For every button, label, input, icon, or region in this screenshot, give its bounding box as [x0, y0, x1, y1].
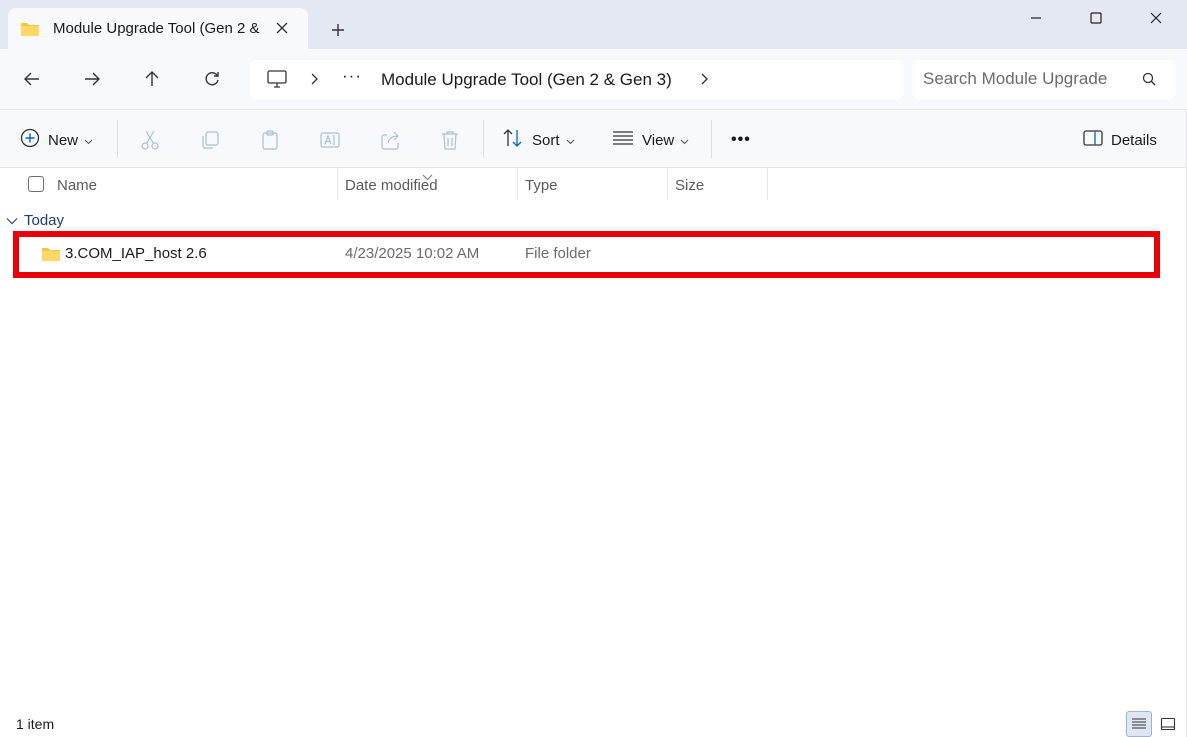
sort-button[interactable]: Sort	[502, 127, 575, 153]
chevron-down-icon	[680, 132, 689, 149]
file-row[interactable]: 3.COM_IAP_host 2.6 4/23/2025 10:02 AM Fi…	[13, 231, 1160, 278]
column-header-row: Name Date modified Type Size	[0, 168, 1187, 200]
copy-icon[interactable]	[199, 127, 221, 153]
file-type: File folder	[525, 245, 591, 262]
breadcrumb-overflow[interactable]: ···	[342, 66, 362, 86]
column-divider[interactable]	[517, 168, 518, 200]
minimize-icon[interactable]	[1016, 8, 1056, 28]
column-type[interactable]: Type	[525, 177, 558, 194]
details-label: Details	[1111, 131, 1157, 149]
file-date-modified: 4/23/2025 10:02 AM	[345, 245, 480, 262]
details-view-icon[interactable]	[1126, 711, 1152, 737]
select-all-checkbox[interactable]	[28, 176, 44, 192]
tab-active[interactable]: Module Upgrade Tool (Gen 2 & Gen 3)	[8, 8, 308, 49]
details-pane-icon	[1083, 129, 1103, 151]
chevron-down-icon	[566, 132, 575, 149]
column-divider[interactable]	[667, 168, 668, 200]
plus-icon[interactable]	[328, 20, 348, 40]
arrow-up-icon[interactable]	[140, 67, 164, 91]
delete-icon[interactable]	[439, 127, 461, 153]
view-button[interactable]: View	[612, 127, 689, 153]
search-input[interactable]	[923, 68, 1123, 90]
close-icon[interactable]	[274, 20, 290, 36]
chevron-down-icon	[6, 212, 18, 229]
search-icon[interactable]	[1141, 71, 1157, 92]
title-bar: Module Upgrade Tool (Gen 2 & Gen 3)	[0, 0, 1187, 49]
column-name[interactable]: Name	[57, 177, 97, 194]
arrow-right-icon[interactable]	[80, 67, 104, 91]
rename-icon[interactable]	[319, 127, 341, 153]
toolbar-divider	[483, 120, 484, 158]
paste-icon[interactable]	[259, 127, 281, 153]
column-size[interactable]: Size	[675, 177, 704, 194]
toolbar-divider	[711, 120, 712, 158]
sort-label: Sort	[532, 131, 560, 149]
view-list-icon	[612, 130, 634, 150]
sort-icon	[502, 128, 524, 152]
share-icon[interactable]	[379, 127, 401, 153]
maximize-icon[interactable]	[1076, 8, 1116, 28]
breadcrumb-current[interactable]: Module Upgrade Tool (Gen 2 & Gen 3)	[381, 70, 672, 90]
details-button[interactable]: Details	[1083, 127, 1157, 153]
search-box[interactable]	[913, 60, 1175, 99]
folder-icon	[41, 246, 61, 267]
refresh-icon[interactable]	[200, 67, 224, 91]
chevron-down-icon	[84, 132, 93, 149]
more-options-button[interactable]: •••	[731, 127, 751, 153]
new-button[interactable]: New	[20, 127, 93, 153]
command-bar: New Sort View ••• Details	[0, 110, 1187, 168]
view-label: View	[642, 131, 675, 149]
status-item-count: 1 item	[16, 716, 55, 732]
cut-icon[interactable]	[139, 127, 161, 153]
tiles-view-icon[interactable]	[1155, 711, 1181, 737]
chevron-right-icon[interactable]	[309, 72, 319, 91]
plus-circle-icon	[20, 128, 40, 152]
navigation-bar: ··· Module Upgrade Tool (Gen 2 & Gen 3)	[0, 49, 1187, 110]
close-window-icon[interactable]	[1136, 8, 1176, 28]
this-pc-icon[interactable]	[266, 69, 288, 94]
folder-icon	[20, 21, 40, 42]
file-name[interactable]: 3.COM_IAP_host 2.6	[65, 245, 207, 262]
column-date-modified[interactable]: Date modified	[345, 177, 438, 194]
group-label: Today	[24, 212, 65, 229]
chevron-right-icon[interactable]	[699, 72, 709, 91]
group-header-today[interactable]: Today	[6, 212, 64, 229]
arrow-left-icon[interactable]	[20, 67, 44, 91]
new-label: New	[48, 131, 79, 149]
tab-title: Module Upgrade Tool (Gen 2 & Gen 3)	[53, 20, 263, 37]
toolbar-divider	[117, 120, 118, 158]
address-bar[interactable]: ··· Module Upgrade Tool (Gen 2 & Gen 3)	[250, 60, 903, 99]
column-divider[interactable]	[337, 168, 338, 200]
column-divider[interactable]	[767, 168, 768, 200]
